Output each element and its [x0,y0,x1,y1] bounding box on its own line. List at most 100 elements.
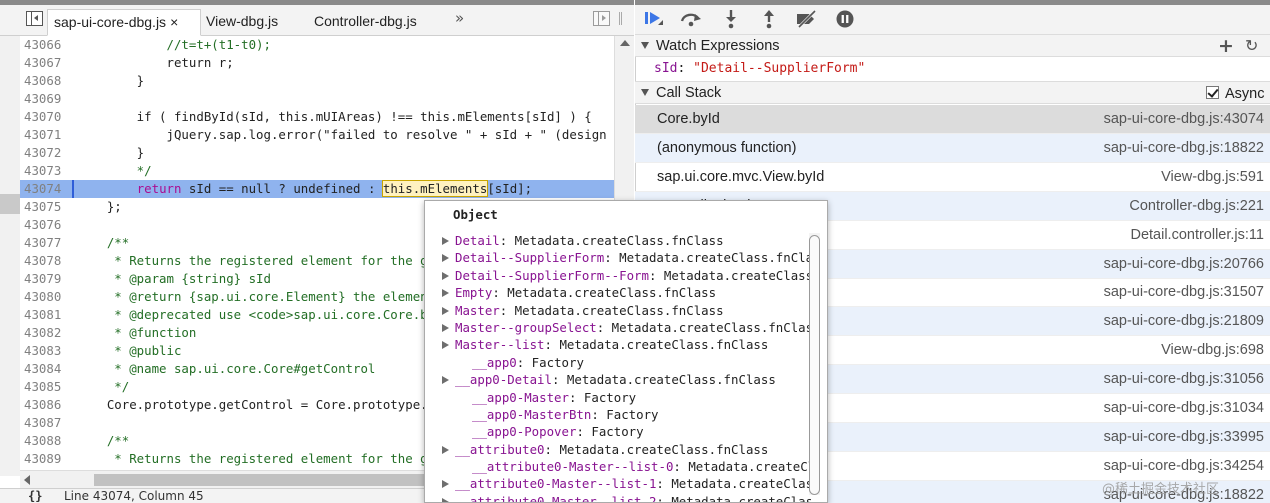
refresh-icon[interactable]: ↻ [1245,36,1258,55]
object-property-row[interactable]: __app0-Popover: Factory [425,423,811,440]
scroll-up-icon[interactable] [620,40,630,46]
frame-location-link[interactable]: sap-ui-core-dbg.js:20766 [1104,256,1264,272]
more-tabs-button[interactable]: » [455,9,464,27]
line-number[interactable]: 43069 [24,90,72,108]
object-property-row[interactable]: __attribute0-Master--list-0: Metadata.cr… [425,458,811,475]
line-number[interactable]: 43081 [24,306,72,324]
async-checkbox[interactable] [1206,86,1219,99]
line-number[interactable]: 43089 [24,450,72,468]
deactivate-breakpoints-button[interactable] [795,9,819,29]
expand-triangle-icon[interactable] [442,480,449,489]
tab-view-dbg[interactable]: View-dbg.js [200,9,284,36]
code-line[interactable]: 43071 jQuery.sap.log.error("failed to re… [20,126,614,144]
code-line[interactable]: 43073 */ [20,162,614,180]
object-preview-popover[interactable]: Object Detail: Metadata.createClass.fnCl… [424,200,828,503]
call-stack-header[interactable]: Call Stack Async [635,81,1270,104]
code-line[interactable]: 43074 return sId == null ? undefined : t… [20,180,614,198]
tab-sap-ui-core-dbg[interactable]: sap-ui-core-dbg.js × [47,9,201,36]
toggle-debugger-icon[interactable] [593,11,610,26]
watch-expressions-header[interactable]: Watch Expressions + ↻ [635,34,1270,57]
expand-triangle-icon[interactable] [442,323,449,332]
line-number[interactable]: 43079 [24,270,72,288]
line-number[interactable]: 43066 [24,36,72,54]
collapse-triangle-icon[interactable] [641,89,649,96]
line-number[interactable]: 43082 [24,324,72,342]
collapse-triangle-icon[interactable] [641,42,649,49]
line-number[interactable]: 43072 [24,144,72,162]
close-icon[interactable]: × [170,14,179,30]
line-number[interactable]: 43073 [24,162,72,180]
line-number[interactable]: 43078 [24,252,72,270]
line-number[interactable]: 43071 [24,126,72,144]
object-property-row[interactable]: Empty: Metadata.createClass.fnClass [425,284,811,301]
object-property-row[interactable]: Detail--SupplierForm--Form: Metadata.cre… [425,267,811,284]
step-into-button[interactable] [719,9,743,29]
code-line[interactable]: 43067 return r; [20,54,614,72]
code-line[interactable]: 43069 [20,90,614,108]
line-number[interactable]: 43067 [24,54,72,72]
object-property-row[interactable]: __attribute0-Master--list-1: Metadata.cr… [425,475,811,492]
line-number[interactable]: 43083 [24,342,72,360]
line-number[interactable]: 43070 [24,108,72,126]
frame-location-link[interactable]: sap-ui-core-dbg.js:18822 [1104,140,1264,156]
step-over-button[interactable] [679,9,703,29]
line-number[interactable]: 43085 [24,378,72,396]
frame-location-link[interactable]: sap-ui-core-dbg.js:34254 [1104,458,1264,474]
expand-triangle-icon[interactable] [442,289,449,298]
object-property-row[interactable]: __attribute0-Master--list-2: Metadata.cr… [425,493,811,502]
frame-location-link[interactable]: sap-ui-core-dbg.js:33995 [1104,429,1264,445]
frame-location-link[interactable]: sap-ui-core-dbg.js:31507 [1104,284,1264,300]
line-number[interactable]: 43075 [24,198,72,216]
popover-scrollbar-thumb[interactable] [809,235,820,495]
expand-triangle-icon[interactable] [442,271,449,280]
line-number[interactable]: 43084 [24,360,72,378]
object-property-row[interactable]: __app0-Master: Factory [425,389,811,406]
line-number[interactable]: 43080 [24,288,72,306]
pane-resize-handle[interactable] [619,12,622,25]
scrollbar-thumb[interactable] [94,474,454,486]
code-line[interactable]: 43066 //t=t+(t1-t0); [20,36,614,54]
object-property-row[interactable]: __app0: Factory [425,354,811,371]
frame-location-link[interactable]: sap-ui-core-dbg.js:21809 [1104,313,1264,329]
pretty-print-button[interactable]: {} [28,489,42,503]
object-property-row[interactable]: __attribute0: Metadata.createClass.fnCla… [425,441,811,458]
expand-triangle-icon[interactable] [442,376,449,385]
code-line[interactable]: 43070 if ( findById(sId, this.mUIAreas) … [20,108,614,126]
expand-triangle-icon[interactable] [442,254,449,263]
code-line[interactable]: 43072 } [20,144,614,162]
tab-controller-dbg[interactable]: Controller-dbg.js [308,9,423,36]
expand-triangle-icon[interactable] [442,341,449,350]
line-number[interactable]: 43077 [24,234,72,252]
line-number[interactable]: 43087 [24,414,72,432]
call-stack-frame[interactable]: Core.byId sap-ui-core-dbg.js:43074 [635,105,1270,134]
frame-location-link[interactable]: View-dbg.js:698 [1161,342,1264,358]
call-stack-frame[interactable]: sap.ui.core.mvc.View.byId View-dbg.js:591 [635,163,1270,192]
resume-button[interactable] [641,9,665,29]
scroll-left-icon[interactable] [24,475,30,485]
line-number[interactable]: 43088 [24,432,72,450]
call-stack-frame[interactable]: (anonymous function) sap-ui-core-dbg.js:1… [635,133,1270,163]
frame-location-link[interactable]: Detail.controller.js:11 [1130,227,1264,243]
code-line[interactable]: 43068 } [20,72,614,90]
toggle-navigator-icon[interactable] [26,11,43,26]
object-property-row[interactable]: __app0-Detail: Metadata.createClass.fnCl… [425,371,811,388]
add-watch-icon[interactable]: + [1218,35,1234,57]
line-number[interactable]: 43076 [24,216,72,234]
frame-location-link[interactable]: sap-ui-core-dbg.js:43074 [1104,111,1264,127]
expand-triangle-icon[interactable] [442,237,449,245]
line-number[interactable]: 43068 [24,72,72,90]
object-property-row[interactable]: Master: Metadata.createClass.fnClass [425,302,811,319]
frame-location-link[interactable]: sap-ui-core-dbg.js:31056 [1104,371,1264,387]
expand-triangle-icon[interactable] [442,306,449,315]
pause-on-exceptions-button[interactable] [833,9,857,29]
step-out-button[interactable] [757,9,781,29]
watch-expression-row[interactable]: sId: "Detail--SupplierForm" [635,58,1270,81]
object-property-row[interactable]: Detail--SupplierForm: Metadata.createCla… [425,249,811,266]
object-property-row[interactable]: __app0-MasterBtn: Factory [425,406,811,423]
frame-location-link[interactable]: Controller-dbg.js:221 [1129,198,1264,214]
object-property-row[interactable]: Master--groupSelect: Metadata.createClas… [425,319,811,336]
object-property-row[interactable]: Detail: Metadata.createClass.fnClass [425,232,811,249]
expand-triangle-icon[interactable] [442,497,449,502]
line-number[interactable]: 43086 [24,396,72,414]
frame-location-link[interactable]: View-dbg.js:591 [1161,169,1264,185]
